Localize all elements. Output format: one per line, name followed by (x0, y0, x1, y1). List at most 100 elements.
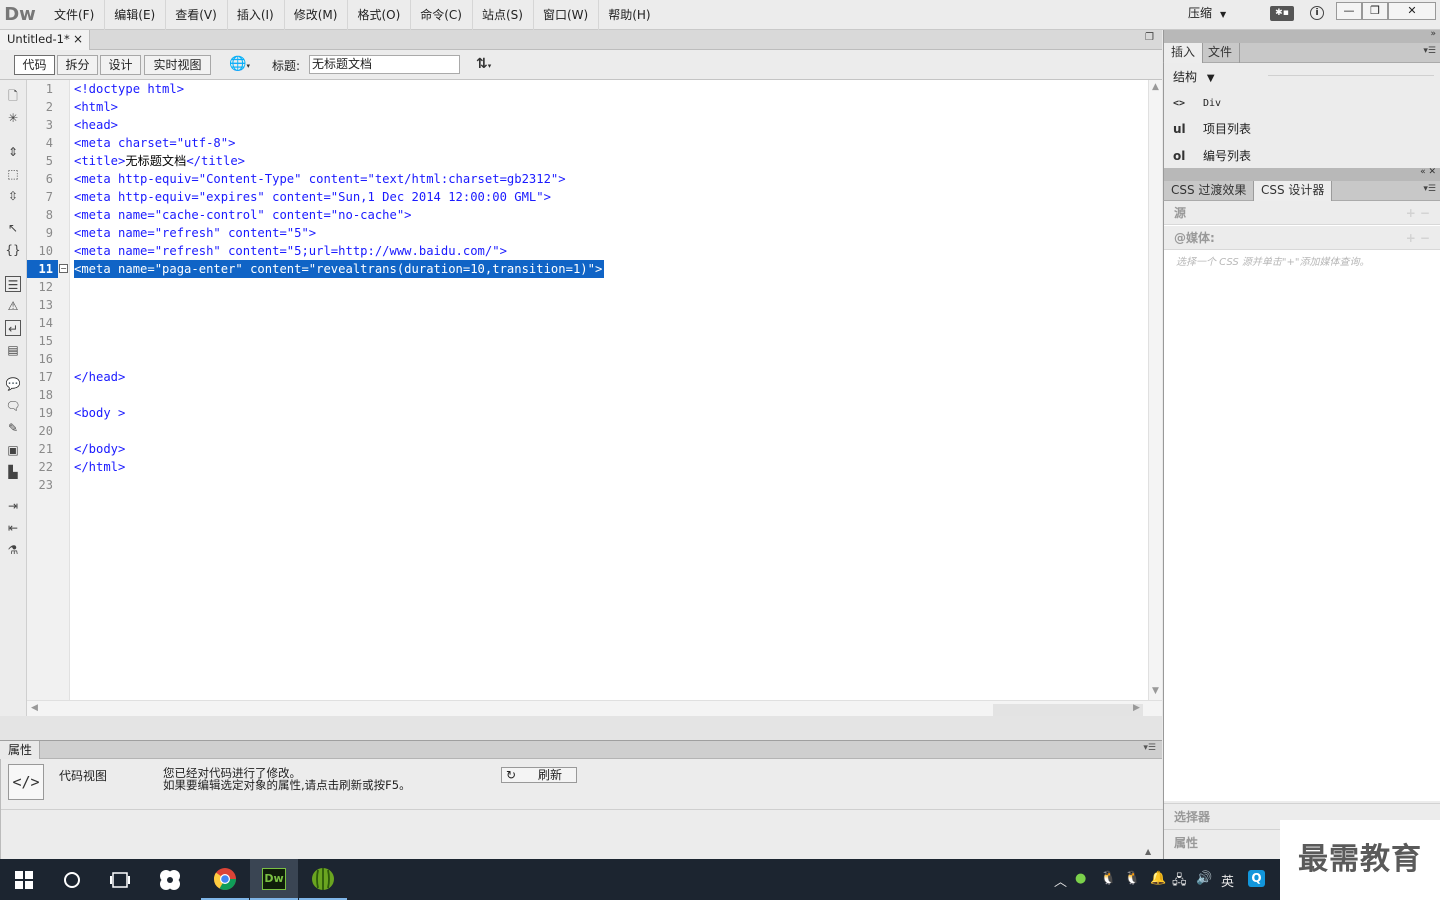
panel-menu-icon[interactable]: ▾☰ (1423, 184, 1436, 194)
scroll-right-icon[interactable]: ▶ (1133, 703, 1140, 713)
extension-icon[interactable]: ✱▪ (1270, 6, 1294, 21)
dreamweaver-taskbar-icon[interactable]: Dw (250, 859, 298, 900)
code-view-button[interactable]: 代码 (14, 55, 55, 75)
title-input[interactable]: 无标题文档 (309, 55, 460, 74)
format-source-code-icon[interactable]: ⚗ (5, 542, 21, 558)
code-line[interactable]: <meta http-equiv="Content-Type" content=… (74, 170, 566, 188)
menu-site[interactable]: 站点(S) (472, 0, 533, 30)
qq-browser-icon[interactable]: Q (1248, 870, 1265, 887)
menu-file[interactable]: 文件(F) (45, 0, 104, 30)
menu-window[interactable]: 窗口(W) (532, 0, 598, 30)
apply-comment-icon[interactable]: 💬 (5, 376, 21, 392)
code-line[interactable]: <body > (74, 404, 125, 422)
menu-view[interactable]: 查看(V) (165, 0, 227, 30)
workspace-switcher[interactable]: 压缩 ▼ (1188, 0, 1226, 30)
horizontal-scrollbar[interactable]: ◀ ▶ (27, 700, 1162, 716)
ime-indicator[interactable]: 英 (1221, 871, 1234, 890)
code-line[interactable]: <meta name="refresh" content="5"> (74, 224, 316, 242)
add-remove-icon[interactable]: + − (1406, 226, 1430, 250)
selected-code-line[interactable]: <meta name="paga-enter" content="revealt… (74, 260, 605, 278)
tab-files[interactable]: 文件 (1201, 43, 1241, 63)
balance-braces-icon[interactable]: {} (5, 242, 21, 258)
wechat-icon[interactable]: ● (1075, 871, 1086, 886)
collapse-panels-icon[interactable]: « ✕ (1420, 167, 1436, 177)
menu-edit[interactable]: 编辑(E) (104, 0, 165, 30)
cortana-search-icon[interactable] (48, 859, 96, 900)
show-hidden-icons[interactable]: ︿ (1054, 871, 1067, 890)
task-view-icon[interactable] (96, 859, 144, 900)
volume-icon[interactable]: 🔊 (1196, 871, 1212, 886)
windows-start-icon[interactable] (0, 859, 48, 900)
code-line[interactable]: </body> (74, 440, 125, 458)
menu-insert[interactable]: 插入(I) (226, 0, 284, 30)
sort-icon[interactable]: ⇅▾ (476, 56, 491, 72)
tab-css-transitions[interactable]: CSS 过渡效果 (1164, 181, 1255, 201)
insert-div-item[interactable]: <> Div (1173, 90, 1221, 114)
design-view-button[interactable]: 设计 (100, 55, 141, 75)
app-swirl-icon[interactable] (146, 859, 194, 900)
code-line[interactable]: <meta name="refresh" content="5;url=http… (74, 242, 507, 260)
panel-menu-icon[interactable]: ▾☰ (1423, 46, 1436, 56)
menu-format[interactable]: 格式(O) (347, 0, 410, 30)
code-line[interactable]: <html> (74, 98, 118, 116)
insert-ul-item[interactable]: ul 项目列表 (1173, 117, 1251, 141)
code-editor[interactable]: <!doctype html> <html> <head> <meta char… (70, 80, 1148, 700)
scroll-down-icon[interactable]: ▼ (1152, 686, 1159, 696)
show-code-navigator-icon[interactable]: ✳ (5, 110, 21, 126)
tab-insert[interactable]: 插入 (1164, 43, 1204, 63)
menu-commands[interactable]: 命令(C) (410, 0, 472, 30)
code-line[interactable]: </html> (74, 458, 125, 476)
collapse-full-tag-icon[interactable]: ⇕ (5, 144, 21, 160)
highlight-invalid-code-icon[interactable]: ⚠ (5, 298, 21, 314)
network-icon[interactable]: 🖧 (1172, 871, 1187, 893)
code-line[interactable]: <!doctype html> (74, 80, 184, 98)
scroll-left-icon[interactable]: ◀ (31, 703, 38, 713)
select-parent-tag-icon[interactable]: ↖ (5, 220, 21, 236)
syntax-error-alerts-icon[interactable]: ▤ (5, 342, 21, 358)
expand-panel-icon[interactable]: ▲ (1145, 847, 1151, 856)
collapse-selection-icon[interactable]: ⬚ (5, 166, 21, 182)
css-source-section[interactable]: 源 + − (1164, 201, 1440, 225)
watermelon-app-icon[interactable] (299, 859, 347, 900)
code-line[interactable]: <title>无标题文档</title> (74, 152, 245, 170)
remove-comment-icon[interactable]: 🗨 (5, 398, 21, 414)
panel-menu-icon[interactable]: ▾☰ (1143, 743, 1156, 753)
add-remove-icon[interactable]: + − (1406, 201, 1430, 225)
properties-tab[interactable]: 属性 (0, 741, 40, 759)
restore-button[interactable]: ❐ (1362, 2, 1388, 20)
move-css-icon[interactable]: ▙ (5, 464, 21, 480)
tab-css-designer[interactable]: CSS 设计器 (1254, 181, 1333, 201)
restore-window-icon[interactable]: ❐ (1145, 32, 1154, 43)
word-wrap-icon[interactable]: ↵ (5, 320, 21, 336)
indent-code-icon[interactable]: ⇥ (5, 498, 21, 514)
minimize-button[interactable]: — (1336, 2, 1362, 20)
insert-ol-item[interactable]: ol 编号列表 (1173, 144, 1251, 168)
line-numbers-icon[interactable]: ☰ (5, 276, 21, 292)
close-icon[interactable]: × (73, 30, 83, 49)
menu-help[interactable]: 帮助(H) (598, 0, 660, 30)
document-tab[interactable]: Untitled-1* × (0, 30, 90, 50)
refresh-button[interactable]: ↻ 刷新 (501, 767, 577, 783)
recent-snippets-icon[interactable]: ▣ (5, 442, 21, 458)
globe-icon[interactable]: 🌐▾ (229, 56, 250, 72)
open-documents-icon[interactable]: 🗋 (5, 88, 21, 104)
scroll-up-icon[interactable]: ▲ (1152, 82, 1159, 92)
live-view-button[interactable]: 实时视图 (144, 55, 211, 75)
notification-icon[interactable]: 🔔 (1150, 871, 1166, 886)
info-icon[interactable]: i (1310, 6, 1324, 20)
menu-modify[interactable]: 修改(M) (283, 0, 348, 30)
qq-icon[interactable]: 🐧 (1124, 871, 1140, 886)
code-line[interactable]: <meta name="cache-control" content="no-c… (74, 206, 412, 224)
vertical-scrollbar[interactable]: ▲ ▼ (1148, 80, 1162, 700)
expand-all-icon[interactable]: ⇳ (5, 188, 21, 204)
split-view-button[interactable]: 拆分 (57, 55, 98, 75)
outdent-code-icon[interactable]: ⇤ (5, 520, 21, 536)
insert-category-select[interactable]: 结构 ▼ (1173, 68, 1215, 85)
chrome-icon[interactable] (201, 859, 249, 900)
close-button[interactable]: ✕ (1388, 2, 1436, 20)
code-line[interactable]: </head> (74, 368, 125, 386)
qq-icon[interactable]: 🐧 (1100, 871, 1116, 886)
css-media-section[interactable]: @媒体: + − (1164, 226, 1440, 250)
wrap-tag-icon[interactable]: ✎ (5, 420, 21, 436)
collapse-icon[interactable]: − (59, 264, 68, 273)
